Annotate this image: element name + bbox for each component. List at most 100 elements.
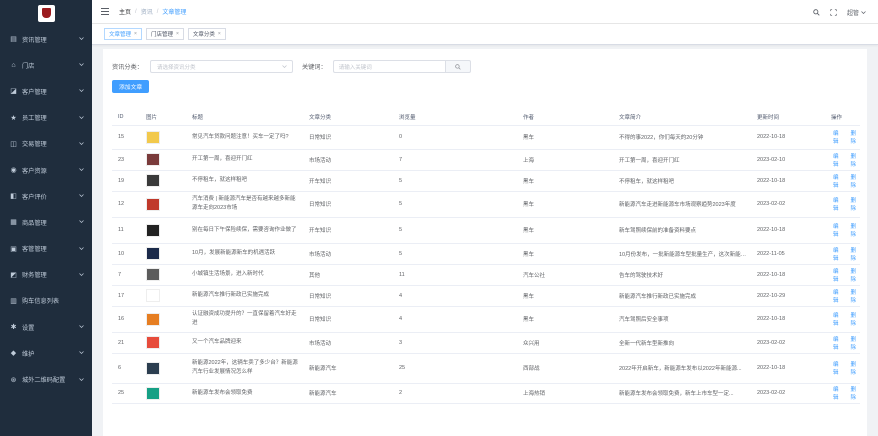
- keyword-input[interactable]: 请输入关键词: [332, 60, 445, 73]
- sidebar-item[interactable]: ◩ 财务管理: [0, 262, 92, 288]
- close-icon[interactable]: ×: [134, 31, 137, 37]
- navbar: 主页 / 资讯 / 文章管理 超管: [92, 0, 878, 24]
- cell-title: 常见汽车贷款问题注意！买车一定了吗?: [186, 125, 303, 150]
- delete-button[interactable]: 删除: [851, 385, 861, 401]
- table-row: 6 新能源2022年，这辆车卖了多少台？新能源汽车行业发展情况怎么样 新能源汽车 25…: [112, 353, 861, 384]
- chevron-down-icon: [79, 168, 84, 172]
- tag-article-manage[interactable]: 文章管理 ×: [104, 28, 142, 40]
- edit-button[interactable]: 编辑: [833, 222, 843, 238]
- sidebar: ▤ 资讯管理 ⌂ 门店 ◪ 客户管理 ★ 员工管理 ◫ 交易管理 ◉ 客户资源 ◧ 客户评价 ▦ 商品管理 ▣ 客…: [0, 0, 92, 436]
- chevron-down-icon: [79, 273, 84, 276]
- document-icon: ▤: [10, 36, 17, 44]
- cell-category: 开车知识: [303, 217, 393, 244]
- article-thumbnail: [146, 336, 160, 349]
- chevron-down-icon: [79, 37, 84, 41]
- cell-category: 市场活动: [303, 332, 393, 354]
- sidebar-item[interactable]: ▦ 商品管理: [0, 209, 92, 235]
- sidebar-item[interactable]: ⊛ 城外二维码配置: [0, 366, 92, 392]
- edit-button[interactable]: 编辑: [833, 246, 843, 262]
- goods-icon: ▦: [10, 219, 17, 227]
- delete-button[interactable]: 删除: [851, 152, 861, 168]
- edit-button[interactable]: 编辑: [833, 152, 843, 168]
- edit-button[interactable]: 编辑: [833, 385, 843, 401]
- delete-button[interactable]: 删除: [851, 246, 861, 262]
- sidebar-item[interactable]: ◧ 客户评价: [0, 183, 92, 209]
- cell-id: 21: [112, 332, 140, 354]
- tag-label: 文章管理: [109, 32, 132, 38]
- edit-button[interactable]: 编辑: [833, 335, 843, 351]
- cell-author: 黑车: [517, 170, 613, 192]
- edit-button[interactable]: 编辑: [833, 311, 843, 327]
- sidebar-item[interactable]: ◉ 客户资源: [0, 157, 92, 183]
- hamburger-icon[interactable]: [101, 8, 109, 15]
- cell-updated: 2022-10-18: [751, 353, 825, 384]
- cell-category: 日常知识: [303, 306, 393, 333]
- cell-author: 黑车: [517, 191, 613, 218]
- store-icon: ⌂: [11, 61, 16, 69]
- tag-store-manage[interactable]: 门店管理 ×: [145, 28, 184, 40]
- cell-views: 5: [393, 191, 517, 218]
- edit-button[interactable]: 编辑: [833, 196, 843, 212]
- edit-button[interactable]: 编辑: [833, 129, 843, 145]
- chevron-down-icon: [79, 194, 84, 198]
- article-card: 资讯分类： 请选择资讯分类 关键词： 请输入关键词 添加文章 ID 图片 标题 …: [103, 49, 867, 436]
- cell-title: 开工第一周，喜迎开门红: [186, 149, 303, 171]
- tag-article-category[interactable]: 文章分类 ×: [187, 28, 226, 40]
- edit-button[interactable]: 编辑: [833, 288, 843, 304]
- category-select[interactable]: 请选择资讯分类: [149, 60, 293, 73]
- delete-button[interactable]: 删除: [851, 288, 861, 304]
- sidebar-item[interactable]: ✱ 设置: [0, 314, 92, 340]
- delete-button[interactable]: 删除: [851, 360, 861, 376]
- fullscreen-icon[interactable]: [830, 8, 837, 16]
- delete-button[interactable]: 删除: [851, 311, 861, 327]
- cell-image: [140, 149, 186, 171]
- delete-button[interactable]: 删除: [851, 222, 861, 238]
- sidebar-item[interactable]: ▣ 客管管理: [0, 236, 92, 262]
- sidebar-item-label: 客户评价: [22, 193, 47, 201]
- breadcrumb-section[interactable]: 资讯: [141, 7, 153, 16]
- cell-views: 25: [393, 353, 517, 384]
- cell-category: 其他: [303, 264, 393, 286]
- col-id: ID: [112, 109, 140, 126]
- article-thumbnail: [146, 361, 160, 375]
- trade-icon: ◫: [10, 140, 17, 148]
- logo-icon: [37, 4, 55, 22]
- sidebar-item[interactable]: ★ 员工管理: [0, 105, 92, 131]
- cell-views: 5: [393, 170, 517, 192]
- edit-button[interactable]: 编辑: [833, 267, 843, 283]
- cell-actions: 编辑 删除: [825, 285, 861, 307]
- search-button[interactable]: [444, 60, 471, 73]
- cell-views: 2: [393, 383, 517, 404]
- sidebar-item[interactable]: ◆ 维护: [0, 340, 92, 366]
- cell-title: 10月，发展新能源新车的机遇活跃: [186, 243, 303, 265]
- search-icon[interactable]: [813, 8, 820, 16]
- close-icon[interactable]: ×: [218, 31, 221, 37]
- cell-title: 新能源2022年，这辆车卖了多少台？新能源汽车行业发展情况怎么样: [186, 353, 303, 384]
- cell-updated: 2022-11-05: [751, 243, 825, 265]
- edit-button[interactable]: 编辑: [833, 360, 843, 376]
- delete-button[interactable]: 删除: [851, 335, 861, 351]
- sidebar-item[interactable]: ◫ 交易管理: [0, 131, 92, 157]
- cell-id: 16: [112, 306, 140, 333]
- breadcrumb-home[interactable]: 主页: [119, 7, 131, 16]
- cell-updated: 2022-10-18: [751, 306, 825, 333]
- delete-button[interactable]: 删除: [851, 129, 861, 145]
- close-icon[interactable]: ×: [176, 31, 179, 37]
- list-icon: ▥: [10, 297, 17, 305]
- article-thumbnail: [146, 197, 160, 211]
- sidebar-item[interactable]: ◪ 客户管理: [0, 78, 92, 104]
- delete-button[interactable]: 删除: [851, 196, 861, 212]
- cell-category: 日常知识: [303, 125, 393, 150]
- sidebar-item[interactable]: ⌂ 门店: [0, 52, 92, 78]
- add-article-button[interactable]: 添加文章: [112, 80, 150, 93]
- delete-button[interactable]: 删除: [851, 267, 861, 283]
- user-menu[interactable]: 超管: [847, 8, 866, 17]
- article-thumbnail: [146, 268, 160, 281]
- delete-button[interactable]: 删除: [851, 173, 861, 189]
- edit-button[interactable]: 编辑: [833, 173, 843, 189]
- cell-views: 4: [393, 306, 517, 333]
- app-logo[interactable]: [0, 0, 92, 26]
- sidebar-item[interactable]: ▤ 资讯管理: [0, 26, 92, 52]
- sidebar-item[interactable]: ▥ 购车信息列表: [0, 288, 92, 314]
- article-thumbnail: [146, 130, 160, 144]
